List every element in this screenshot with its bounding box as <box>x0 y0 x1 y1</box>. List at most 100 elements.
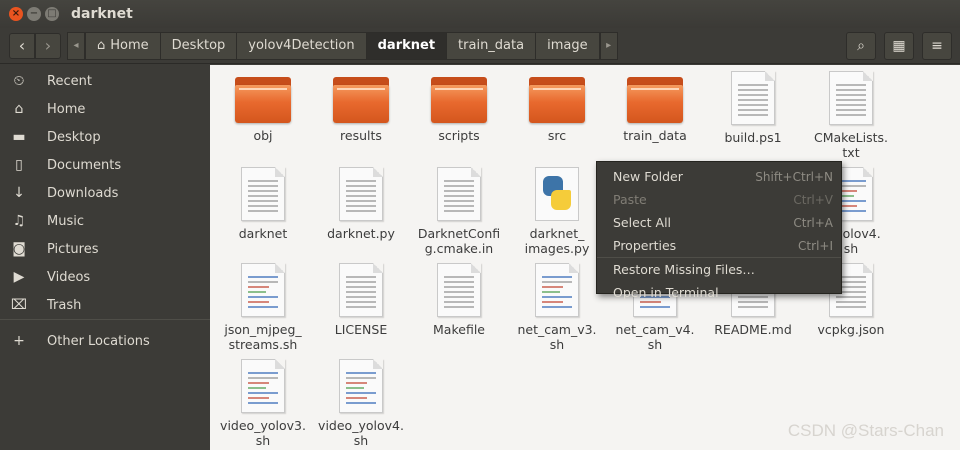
sidebar-item-trash[interactable]: ⌧ Trash <box>0 291 210 319</box>
plus-icon: + <box>13 333 25 349</box>
menu-item-properties[interactable]: Properties Ctrl+I <box>597 234 841 257</box>
sidebar: ⏲ Recent ⌂ Home ▬ Desktop ▯ Documents ↓ Downloads… <box>0 65 210 450</box>
text-file-icon <box>829 71 873 125</box>
file-name: vcpkg.json <box>817 322 885 337</box>
sidebar-item-home[interactable]: ⌂ Home <box>0 95 210 123</box>
sidebar-item-pictures[interactable]: ◙ Pictures <box>0 235 210 263</box>
script-file-icon <box>241 263 285 317</box>
breadcrumb: ◂ ⌂ Home Desktop yolov4Detection darknet… <box>67 31 618 60</box>
sidebar-item-downloads[interactable]: ↓ Downloads <box>0 179 210 207</box>
breadcrumb-train-data[interactable]: train_data <box>447 31 537 60</box>
folder-item[interactable]: scripts <box>410 69 508 143</box>
back-button[interactable]: ‹ <box>9 32 35 59</box>
file-name: results <box>340 128 382 143</box>
file-name: scripts <box>438 128 480 143</box>
breadcrumb-home[interactable]: ⌂ Home <box>85 31 161 60</box>
menu-item-shortcut: Ctrl+I <box>798 238 833 253</box>
maximize-window-button[interactable]: □ <box>45 7 59 21</box>
watermark: CSDN @Stars-Chan <box>787 421 944 440</box>
file-name: video_yolov4. sh <box>318 418 404 448</box>
folder-item[interactable]: obj <box>214 69 312 143</box>
sidebar-item-label: Pictures <box>47 241 99 257</box>
menu-item-shortcut: Ctrl+V <box>793 192 833 207</box>
menu-item-paste: Paste Ctrl+V <box>597 188 841 211</box>
sidebar-item-desktop[interactable]: ▬ Desktop <box>0 123 210 151</box>
script-file-icon <box>241 359 285 413</box>
sidebar-item-label: Music <box>47 213 84 229</box>
menu-item-restore-missing-files[interactable]: Restore Missing Files… <box>597 258 841 281</box>
file-item[interactable]: net_cam_v3. sh <box>508 261 606 352</box>
sidebar-item-documents[interactable]: ▯ Documents <box>0 151 210 179</box>
file-name: net_cam_v4. sh <box>615 322 695 352</box>
document-icon: ▯ <box>15 157 23 173</box>
breadcrumb-image[interactable]: image <box>536 31 600 60</box>
menu-item-select-all[interactable]: Select All Ctrl+A <box>597 211 841 234</box>
home-icon: ⌂ <box>97 38 106 53</box>
sidebar-item-label: Other Locations <box>47 333 150 349</box>
search-button[interactable]: ⌕ <box>846 32 876 60</box>
menu-item-label: Paste <box>613 192 647 207</box>
menu-item-label: Select All <box>613 215 672 230</box>
file-name: net_cam_v3. sh <box>517 322 597 352</box>
context-menu: New Folder Shift+Ctrl+N Paste Ctrl+V Select … <box>596 161 842 300</box>
breadcrumb-desktop[interactable]: Desktop <box>160 31 238 60</box>
menu-button[interactable]: ≡ <box>922 32 952 60</box>
menu-item-open-in-terminal[interactable]: Open in Terminal <box>597 281 841 304</box>
file-name: LICENSE <box>334 322 388 337</box>
folder-item[interactable]: src <box>508 69 606 143</box>
menu-item-label: Restore Missing Files… <box>613 262 755 277</box>
folder-item[interactable]: results <box>312 69 410 143</box>
text-file-icon <box>437 263 481 317</box>
folder-icon <box>235 77 291 123</box>
folder-icon <box>431 77 487 123</box>
folder-item[interactable]: train_data <box>606 69 704 143</box>
title-bar: × − □ darknet <box>0 0 960 28</box>
file-name: darknet <box>238 226 288 241</box>
menu-item-label: Open in Terminal <box>613 285 719 300</box>
close-window-button[interactable]: × <box>9 7 23 21</box>
minimize-window-button[interactable]: − <box>27 7 41 21</box>
text-file-icon <box>339 263 383 317</box>
menu-item-label: Properties <box>613 238 677 253</box>
camera-icon: ◙ <box>12 241 26 257</box>
breadcrumb-darknet[interactable]: darknet <box>366 31 448 60</box>
script-file-icon <box>339 359 383 413</box>
view-options-button[interactable]: ▦ <box>884 32 914 60</box>
sidebar-item-label: Documents <box>47 157 122 173</box>
file-name: obj <box>253 128 273 143</box>
file-item[interactable]: darknet <box>214 165 312 241</box>
sidebar-divider <box>0 319 210 320</box>
file-item[interactable]: json_mjpeg_ streams.sh <box>214 261 312 352</box>
file-name: video_yolov3. sh <box>220 418 306 448</box>
breadcrumb-yolov4detection[interactable]: yolov4Detection <box>237 31 367 60</box>
sidebar-item-recent[interactable]: ⏲ Recent <box>0 67 210 95</box>
sidebar-item-label: Desktop <box>47 129 101 145</box>
file-item[interactable]: CMakeLists. txt <box>802 69 900 160</box>
forward-button[interactable]: › <box>35 32 61 59</box>
folder-icon <box>627 77 683 123</box>
file-item[interactable]: video_yolov3. sh <box>214 357 312 448</box>
breadcrumb-scroll-left-icon[interactable]: ◂ <box>67 31 85 60</box>
sidebar-item-other-locations[interactable]: + Other Locations <box>0 327 210 355</box>
file-view[interactable]: obj results scripts src train_data build.ps1 C… <box>210 65 960 450</box>
file-name: src <box>547 128 567 143</box>
folder-icon <box>333 77 389 123</box>
file-item[interactable]: DarknetConfi g.cmake.in <box>410 165 508 256</box>
file-item[interactable]: LICENSE <box>312 261 410 337</box>
menu-item-shortcut: Ctrl+A <box>793 215 833 230</box>
text-file-icon <box>437 167 481 221</box>
sidebar-item-videos[interactable]: ▶ Videos <box>0 263 210 291</box>
menu-item-new-folder[interactable]: New Folder Shift+Ctrl+N <box>597 165 841 188</box>
breadcrumb-scroll-right-icon[interactable]: ▸ <box>599 31 618 60</box>
sidebar-item-music[interactable]: ♫ Music <box>0 207 210 235</box>
file-item[interactable]: darknet_ images.py <box>508 165 606 256</box>
text-file-icon <box>339 167 383 221</box>
file-item[interactable]: build.ps1 <box>704 69 802 145</box>
file-name: train_data <box>623 128 687 143</box>
file-item[interactable]: video_yolov4. sh <box>312 357 410 448</box>
breadcrumb-label: Home <box>110 38 149 53</box>
file-item[interactable]: Makefile <box>410 261 508 337</box>
python-file-icon <box>535 167 579 221</box>
video-icon: ▶ <box>13 269 25 285</box>
file-item[interactable]: darknet.py <box>312 165 410 241</box>
